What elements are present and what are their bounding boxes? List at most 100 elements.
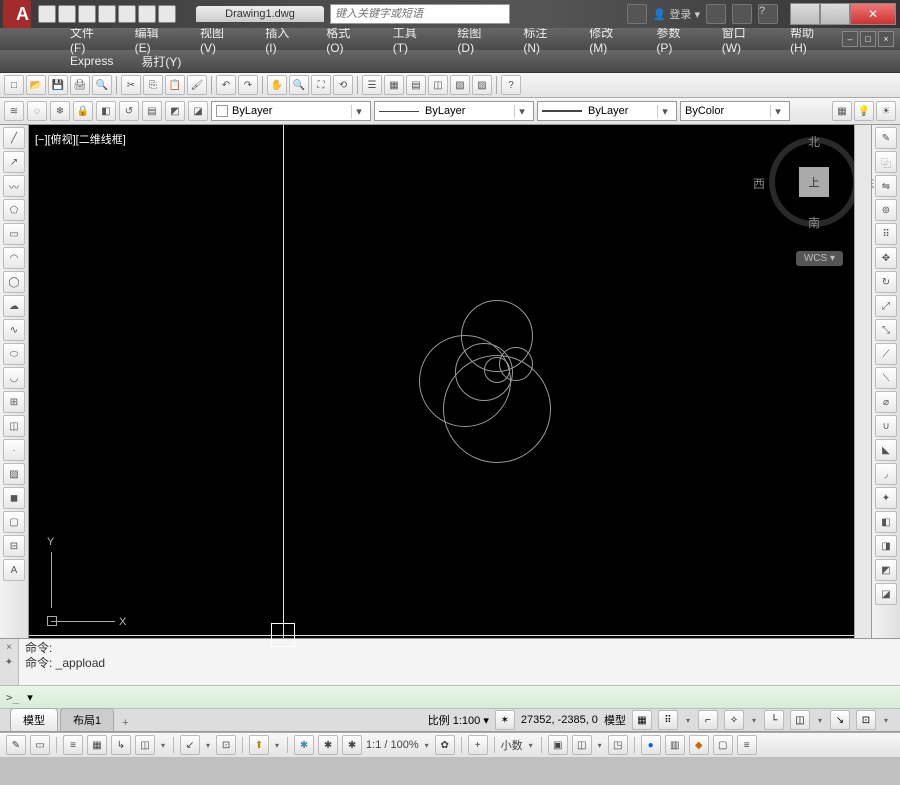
transparency-icon[interactable]: ▦ <box>832 101 852 121</box>
selcycle-icon[interactable]: ◫ <box>572 735 592 755</box>
modify-19-icon[interactable]: ◩ <box>875 559 897 581</box>
viewcube-top-face[interactable]: 上 <box>799 167 829 197</box>
rectangle-tool-icon[interactable]: ▭ <box>3 223 25 245</box>
sheet-set-icon[interactable]: ◫ <box>428 75 448 95</box>
ellipse-arc-tool-icon[interactable]: ◡ <box>3 367 25 389</box>
snapmode-icon[interactable]: ▭ <box>30 735 50 755</box>
rotate-icon[interactable]: ↻ <box>875 271 897 293</box>
minimize-button[interactable]: — <box>790 3 820 25</box>
markup-icon[interactable]: ▧ <box>450 75 470 95</box>
compass-s[interactable]: 南 <box>769 214 859 231</box>
app-logo[interactable]: A <box>3 0 31 28</box>
insert-block-icon[interactable]: ⊞ <box>3 391 25 413</box>
matchprop-icon[interactable]: 🖌 <box>187 75 207 95</box>
zoom-label[interactable]: 1:1 / 100% <box>366 739 419 751</box>
tab-layout1[interactable]: 布局1 <box>60 708 114 731</box>
extend-icon[interactable]: ⟍ <box>875 367 897 389</box>
lineweight-dropdown[interactable]: ByLayer ▾ <box>537 101 677 121</box>
ellipse-tool-icon[interactable]: ⬭ <box>3 343 25 365</box>
modify-20-icon[interactable]: ◪ <box>875 583 897 605</box>
compass-n[interactable]: 北 <box>769 133 859 150</box>
fillet-icon[interactable]: ◞ <box>875 463 897 485</box>
lock-icon[interactable]: + <box>468 735 488 755</box>
redo-icon[interactable]: ↷ <box>238 75 258 95</box>
polar-icon[interactable]: ✧ <box>724 710 744 730</box>
qat-undo-icon[interactable] <box>138 5 156 23</box>
properties-icon[interactable]: ☰ <box>362 75 382 95</box>
zoom-window-icon[interactable]: ⛶ <box>311 75 331 95</box>
point-tool-icon[interactable]: · <box>3 439 25 461</box>
tab-add-button[interactable]: + <box>116 715 134 731</box>
sun-icon[interactable]: ☀ <box>876 101 896 121</box>
cmd-close-icon[interactable]: × <box>6 642 12 653</box>
plot-preview-icon[interactable]: 🔍 <box>92 75 112 95</box>
break-icon[interactable]: ⌀ <box>875 391 897 413</box>
cart-icon[interactable] <box>732 4 752 24</box>
line-tool-icon[interactable]: ╱ <box>3 127 25 149</box>
tab-model[interactable]: 模型 <box>10 708 58 731</box>
tool-palette-icon[interactable]: ▤ <box>406 75 426 95</box>
xline-tool-icon[interactable]: ↗ <box>3 151 25 173</box>
copy-obj-icon[interactable]: ⿻ <box>875 151 897 173</box>
cut-icon[interactable]: ✂ <box>121 75 141 95</box>
layer-freeze-icon[interactable]: ❄ <box>50 101 70 121</box>
chamfer-icon[interactable]: ◣ <box>875 439 897 461</box>
compass-w[interactable]: 西 <box>753 175 765 192</box>
modify-17-icon[interactable]: ◧ <box>875 511 897 533</box>
ortho-icon[interactable]: ⌐ <box>698 710 718 730</box>
print-icon[interactable]: 🖨 <box>70 75 90 95</box>
pan-icon[interactable]: ✋ <box>267 75 287 95</box>
layer-state-icon[interactable]: ▤ <box>142 101 162 121</box>
layer-manager-icon[interactable]: ≋ <box>4 101 24 121</box>
menu-easyprint[interactable]: 易打(Y) <box>127 50 195 73</box>
calc-icon[interactable]: ▨ <box>472 75 492 95</box>
help-search-input[interactable] <box>330 4 510 24</box>
stretch-icon[interactable]: ⤡ <box>875 319 897 341</box>
mirror-icon[interactable]: ⇋ <box>875 175 897 197</box>
space-model-label[interactable]: 模型 <box>604 712 626 728</box>
region-tool-icon[interactable]: ▢ <box>3 511 25 533</box>
login-label[interactable]: 👤 登录 ▾ <box>653 6 700 22</box>
otrack-icon[interactable]: ↘ <box>830 710 850 730</box>
open-icon[interactable]: 📂 <box>26 75 46 95</box>
scale-icon[interactable]: ⤢ <box>875 295 897 317</box>
osnap-icon[interactable]: └ <box>764 710 784 730</box>
design-center-icon[interactable]: ▦ <box>384 75 404 95</box>
help-icon[interactable]: ? <box>758 4 778 24</box>
menu-express[interactable]: Express <box>56 51 127 71</box>
undo-icon[interactable]: ↶ <box>216 75 236 95</box>
cmd-config-icon[interactable]: ✦ <box>5 657 13 668</box>
units-label[interactable]: 小数 <box>501 737 523 753</box>
dynucs-icon[interactable]: ↙ <box>180 735 200 755</box>
anno-icon[interactable]: ✱ <box>318 735 338 755</box>
ucs-top-icon[interactable]: ⬆ <box>249 735 269 755</box>
qat-new-icon[interactable] <box>38 5 56 23</box>
zoom-icon[interactable]: 🔍 <box>289 75 309 95</box>
grid2-icon[interactable]: ≡ <box>63 735 83 755</box>
spline-tool-icon[interactable]: ∿ <box>3 319 25 341</box>
qat-redo-icon[interactable] <box>158 5 176 23</box>
anno2-icon[interactable]: ✱ <box>342 735 362 755</box>
mdi-max[interactable]: □ <box>860 31 876 47</box>
iso-draft-icon[interactable]: ◆ <box>689 735 709 755</box>
maximize-button[interactable]: □ <box>820 3 850 25</box>
person-icon[interactable]: ✱ <box>294 735 314 755</box>
light-icon[interactable]: 💡 <box>854 101 874 121</box>
save-icon[interactable]: 💾 <box>48 75 68 95</box>
revcloud-tool-icon[interactable]: ☁ <box>3 295 25 317</box>
ortho2-icon[interactable]: ▦ <box>87 735 107 755</box>
cloud-icon[interactable]: ● <box>641 735 661 755</box>
linetype-dropdown[interactable]: ByLayer ▾ <box>374 101 534 121</box>
qat-print-icon[interactable] <box>118 5 136 23</box>
mdi-close[interactable]: × <box>878 31 894 47</box>
viewcube[interactable]: 北 南 西 东 上 <box>769 137 859 227</box>
arc-tool-icon[interactable]: ◠ <box>3 247 25 269</box>
clean-icon[interactable]: ▢ <box>713 735 733 755</box>
hwaccel-icon[interactable]: ▥ <box>665 735 685 755</box>
mdi-min[interactable]: – <box>842 31 858 47</box>
layer-match-icon[interactable]: ◪ <box>188 101 208 121</box>
polar2-icon[interactable]: ↳ <box>111 735 131 755</box>
zoom-prev-icon[interactable]: ⟲ <box>333 75 353 95</box>
explode-icon[interactable]: ✦ <box>875 487 897 509</box>
layer-color-icon[interactable]: ◧ <box>96 101 116 121</box>
